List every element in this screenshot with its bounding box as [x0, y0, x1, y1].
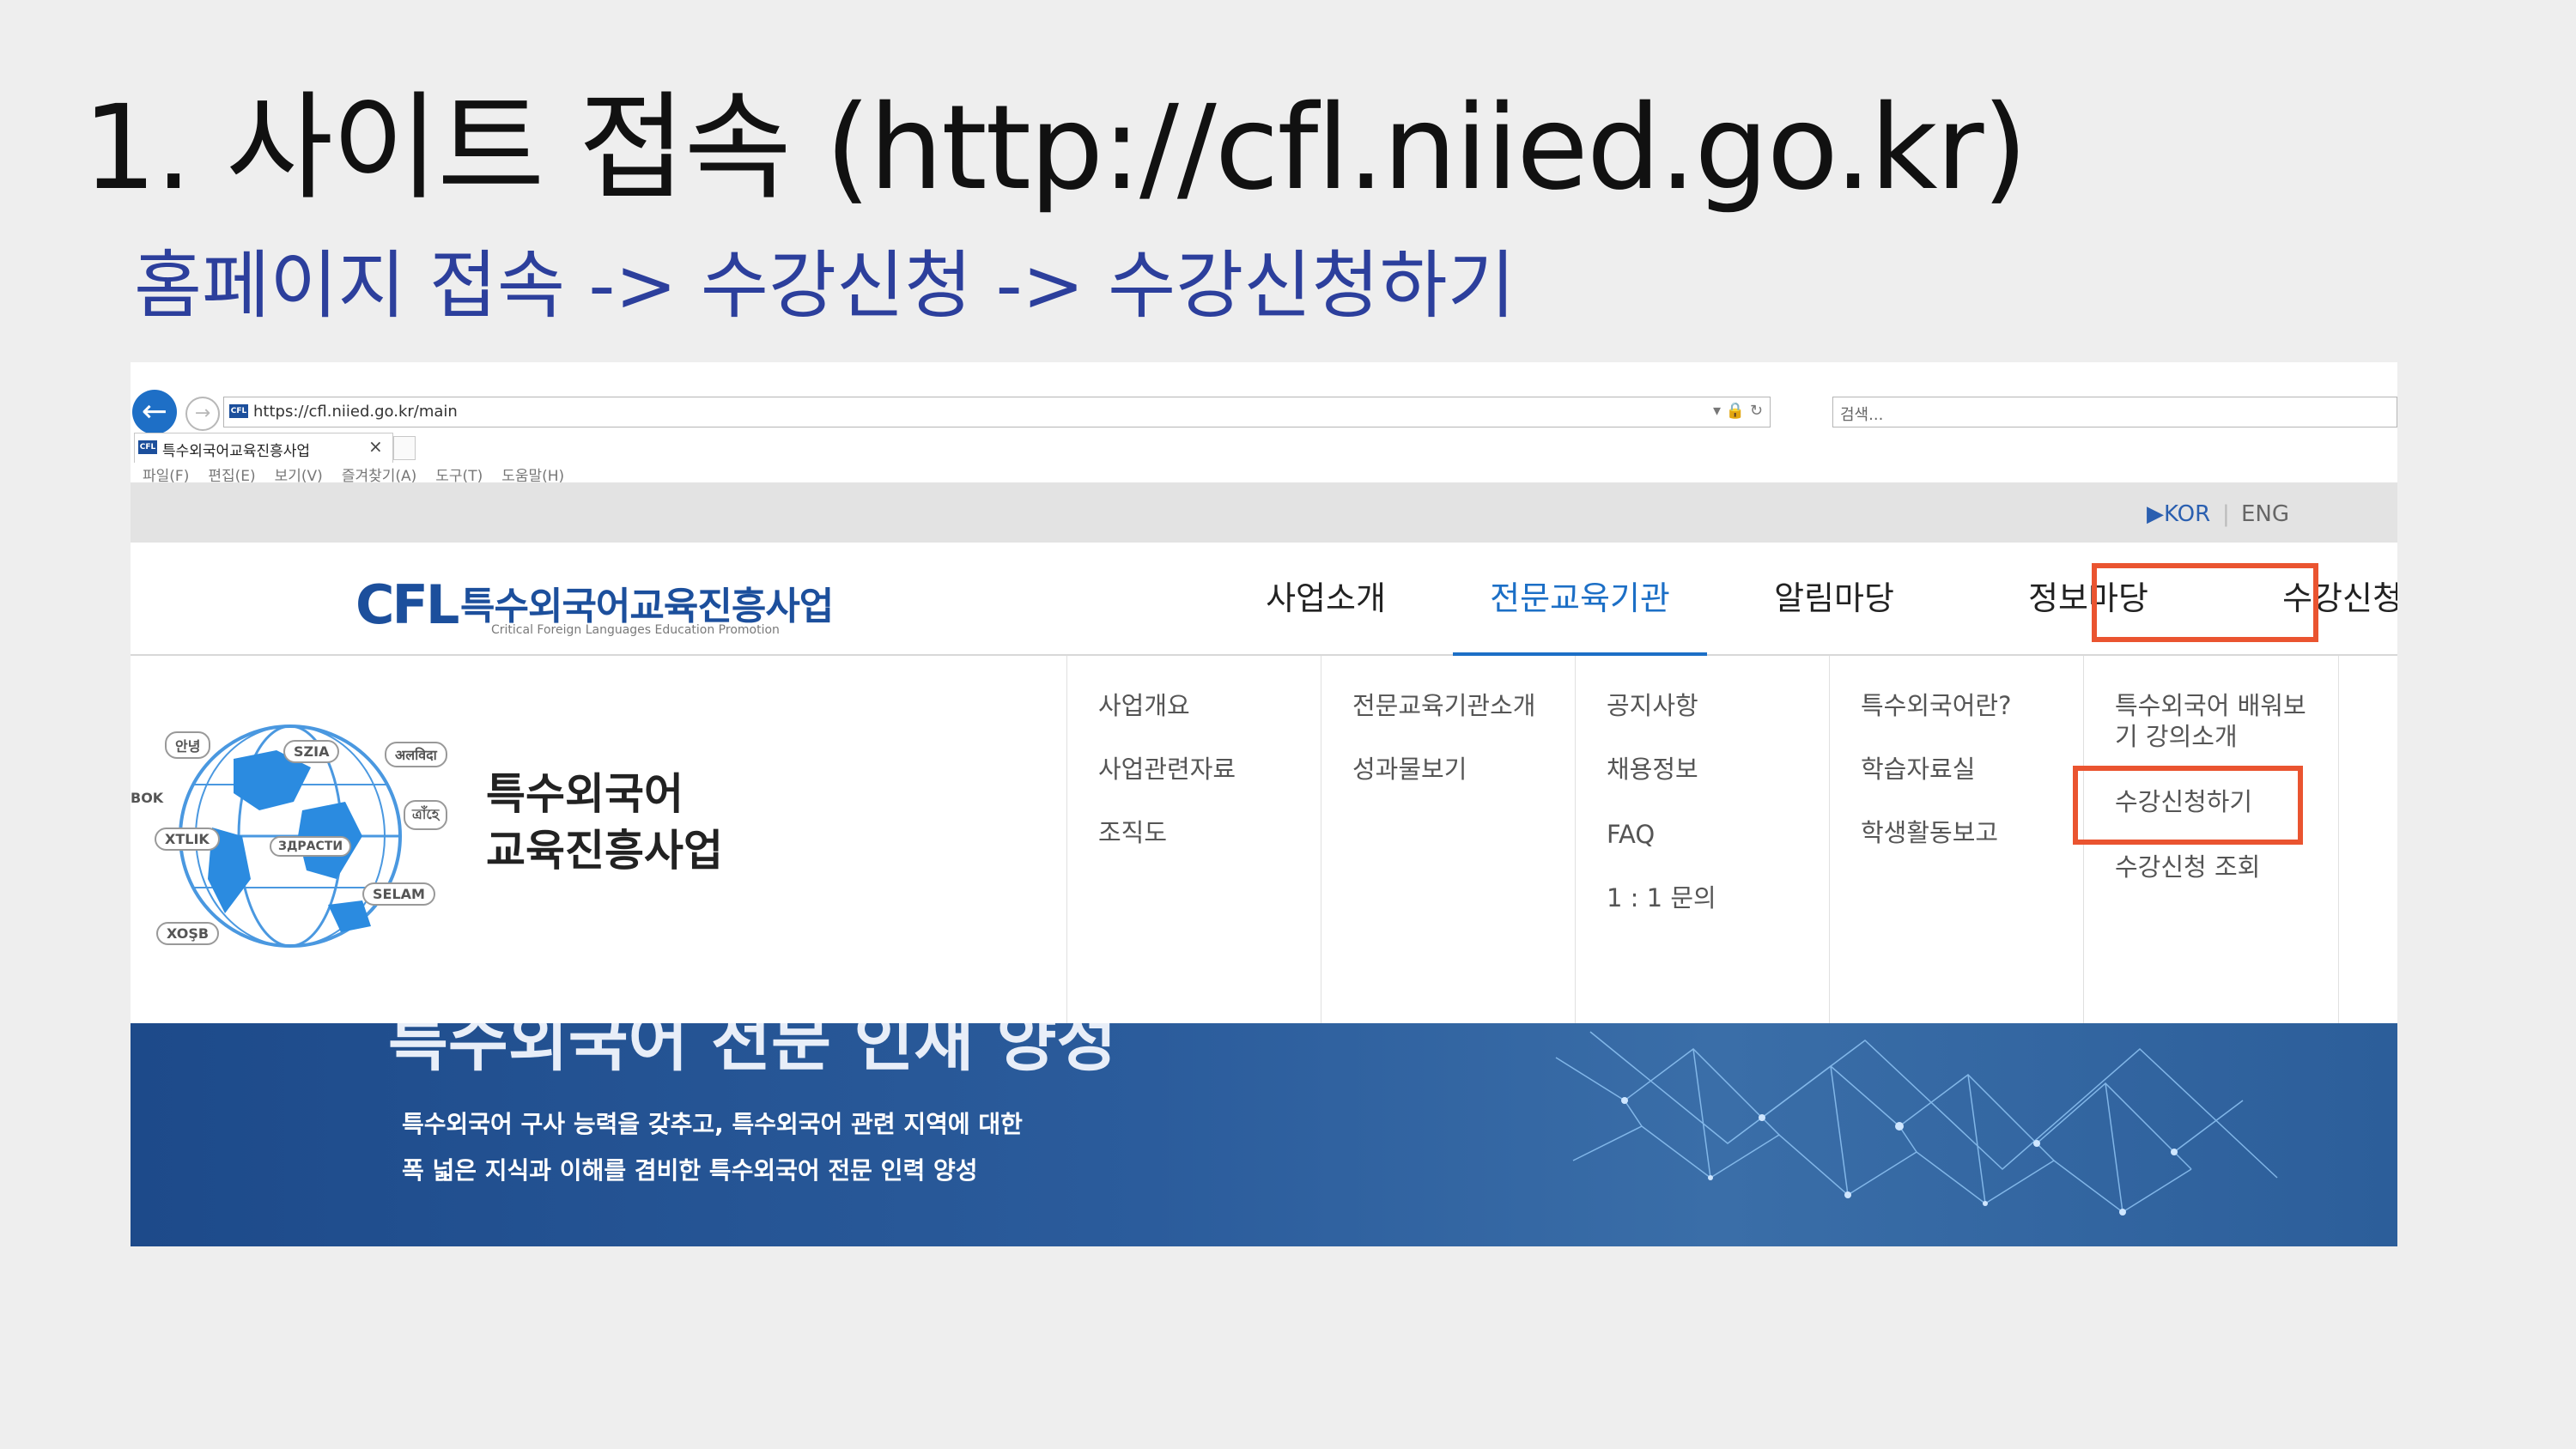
address-bar-icons[interactable]: ▾ 🔒 ↻: [1713, 402, 1763, 420]
logo-subtitle: Critical Foreign Languages Education Pro…: [491, 623, 780, 637]
favicon-icon: CFL: [229, 404, 248, 418]
globe-words: 안녕 SZIA अलविदा BOK XTLIK ЗДРАСТИ ত্রাঁহে…: [131, 707, 474, 965]
logo-name: 특수외국어교육진흥사업: [460, 585, 834, 628]
dropdown-item[interactable]: 학생활동보고: [1861, 817, 1998, 848]
dropdown-item-check[interactable]: 수강신청 조회: [2115, 852, 2260, 882]
dropdown-column-info: 특수외국어란? 학습자료실 학생활동보고: [1829, 656, 2084, 1023]
search-input[interactable]: 검색...: [1832, 397, 2397, 427]
banner-text-line-2: 폭 넓은 지식과 이해를 겸비한 특수외국어 전문 인력 양성: [402, 1156, 978, 1185]
promo-line-1: 특수외국어: [486, 769, 683, 819]
globe-word: SELAM: [362, 882, 435, 906]
dropdown-column-notice: 공지사항 채용정보 FAQ 1 : 1 문의: [1575, 656, 1830, 1023]
back-icon[interactable]: ←: [132, 390, 177, 434]
dropdown-item[interactable]: 채용정보: [1607, 754, 1698, 785]
globe-word: XTLIK: [155, 828, 220, 851]
nav-item-about[interactable]: 사업소개: [1199, 543, 1453, 654]
address-bar[interactable]: CFL https://cfl.niied.go.kr/main ▾ 🔒 ↻: [223, 397, 1771, 427]
globe-word: XOŞB: [156, 922, 220, 945]
globe-word: अलविदा: [385, 742, 447, 767]
dropdown-item[interactable]: 사업관련자료: [1098, 754, 1236, 785]
url-text: https://cfl.niied.go.kr/main: [253, 403, 458, 421]
divider: |: [2222, 501, 2230, 527]
forward-icon[interactable]: →: [185, 397, 220, 431]
promo-title: 특수외국어 교육진흥사업: [486, 766, 723, 879]
tab-favicon-icon: CFL: [138, 440, 157, 454]
dropdown-menu: 안녕 SZIA अलविदा BOK XTLIK ЗДРАСТИ ত্রাঁহে…: [131, 656, 2397, 1024]
hero-banner: 특수외국어 전문 인재 양성 특수외국어 구사 능력을 갖추고, 특수외국어 관…: [131, 1023, 2397, 1246]
dropdown-item[interactable]: 공지사항: [1607, 690, 1698, 721]
promo-line-2: 교육진흥사업: [486, 826, 723, 876]
highlight-box-enrollment: [2092, 563, 2318, 642]
globe-word: BOK: [131, 790, 164, 806]
lang-eng-link[interactable]: ENG: [2241, 501, 2289, 527]
banner-title: 특수외국어 전문 인재 양성: [388, 1023, 1117, 1080]
globe-word: 안녕: [165, 731, 211, 759]
browser-toolbar: ← → CFL https://cfl.niied.go.kr/main ▾ 🔒…: [131, 362, 2397, 485]
logo-mark: CFL: [355, 573, 459, 636]
search-placeholder: 검색...: [1840, 406, 1884, 424]
language-bar: ▶KOR | ENG: [131, 482, 2397, 543]
main-navigation: CFL 특수외국어교육진흥사업 Critical Foreign Languag…: [131, 543, 2397, 656]
banner-text-line-1: 특수외국어 구사 능력을 갖추고, 특수외국어 관련 지역에 대한: [402, 1110, 1023, 1138]
close-icon[interactable]: ×: [368, 436, 383, 457]
dropdown-item[interactable]: 학습자료실: [1861, 754, 1975, 785]
highlight-box-apply: [2073, 766, 2303, 845]
dropdown-item[interactable]: FAQ: [1607, 819, 1655, 850]
browser-screenshot: ← → CFL https://cfl.niied.go.kr/main ▾ 🔒…: [131, 362, 2397, 1246]
slide-subtitle: 홈페이지 접속 -> 수강신청 -> 수강신청하기: [134, 243, 1516, 329]
dropdown-item[interactable]: 사업개요: [1098, 690, 1190, 721]
nav-item-institutions[interactable]: 전문교육기관: [1453, 543, 1707, 656]
browser-tab[interactable]: CFL 특수외국어교육진흥사업 ×: [134, 433, 393, 463]
dropdown-column-about: 사업개요 사업관련자료 조직도: [1066, 656, 1321, 1023]
network-graphic: [1555, 1031, 2278, 1216]
tab-title: 특수외국어교육진흥사업: [162, 443, 311, 460]
dropdown-column-institutions: 전문교육기관소개 성과물보기: [1321, 656, 1576, 1023]
new-tab-button[interactable]: [393, 436, 416, 460]
globe-word: ЗДРАСТИ: [270, 836, 352, 857]
dropdown-item[interactable]: 성과물보기: [1352, 754, 1467, 785]
globe-word: SZIA: [283, 740, 340, 763]
dropdown-item[interactable]: 전문교육기관소개: [1352, 690, 1535, 721]
lang-kor-label: KOR: [2164, 501, 2211, 527]
slide-title: 1. 사이트 접속 (http://cfl.niied.go.kr): [82, 81, 2028, 216]
dropdown-item[interactable]: 1 : 1 문의: [1607, 882, 1716, 913]
globe-word: ত্রাঁহে: [404, 800, 448, 830]
lang-kor-link[interactable]: ▶KOR: [2147, 501, 2210, 527]
dropdown-item-course-intro-cont[interactable]: 기 강의소개: [2115, 721, 2238, 752]
nav-item-notice[interactable]: 알림마당: [1707, 543, 1961, 654]
dropdown-item[interactable]: 특수외국어란?: [1861, 690, 2011, 721]
dropdown-item[interactable]: 조직도: [1098, 817, 1167, 848]
dropdown-item-course-intro[interactable]: 특수외국어 배워보: [2115, 690, 2306, 721]
